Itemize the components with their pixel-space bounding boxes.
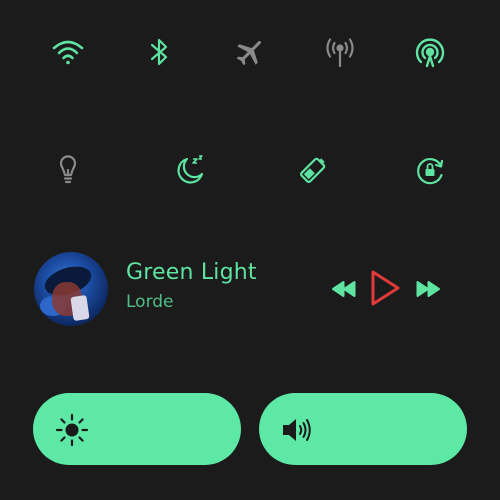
brightness-slider[interactable] xyxy=(33,393,241,465)
volume-icon xyxy=(283,419,311,441)
flashlight-icon xyxy=(59,155,77,184)
bluetooth-tile[interactable] xyxy=(137,30,181,74)
fast-forward-icon[interactable] xyxy=(414,279,442,299)
nfc-broadcast-tile[interactable] xyxy=(408,30,452,74)
album-art[interactable] xyxy=(34,252,108,326)
battery-saver-icon xyxy=(300,157,326,183)
song-title: Green Light xyxy=(126,260,257,285)
hotspot-icon xyxy=(326,38,354,68)
rotation-lock-icon xyxy=(417,158,444,185)
play-icon[interactable] xyxy=(366,268,402,308)
brightness-icon xyxy=(55,413,89,447)
bluetooth-icon xyxy=(150,38,168,66)
airplane-tile[interactable] xyxy=(228,30,272,74)
flashlight-tile[interactable] xyxy=(46,148,90,192)
airplane-icon xyxy=(236,40,262,66)
volume-slider[interactable] xyxy=(259,393,467,465)
nfc-broadcast-icon xyxy=(415,38,445,68)
wifi-icon xyxy=(52,40,84,65)
wifi-tile[interactable] xyxy=(46,30,90,74)
song-artist: Lorde xyxy=(126,292,174,312)
rotation-lock-tile[interactable] xyxy=(408,148,452,192)
battery-saver-tile[interactable] xyxy=(291,148,335,192)
do-not-disturb-tile[interactable] xyxy=(168,148,212,192)
do-not-disturb-icon xyxy=(177,155,204,184)
hotspot-tile[interactable] xyxy=(318,30,362,74)
rewind-icon[interactable] xyxy=(330,279,358,299)
